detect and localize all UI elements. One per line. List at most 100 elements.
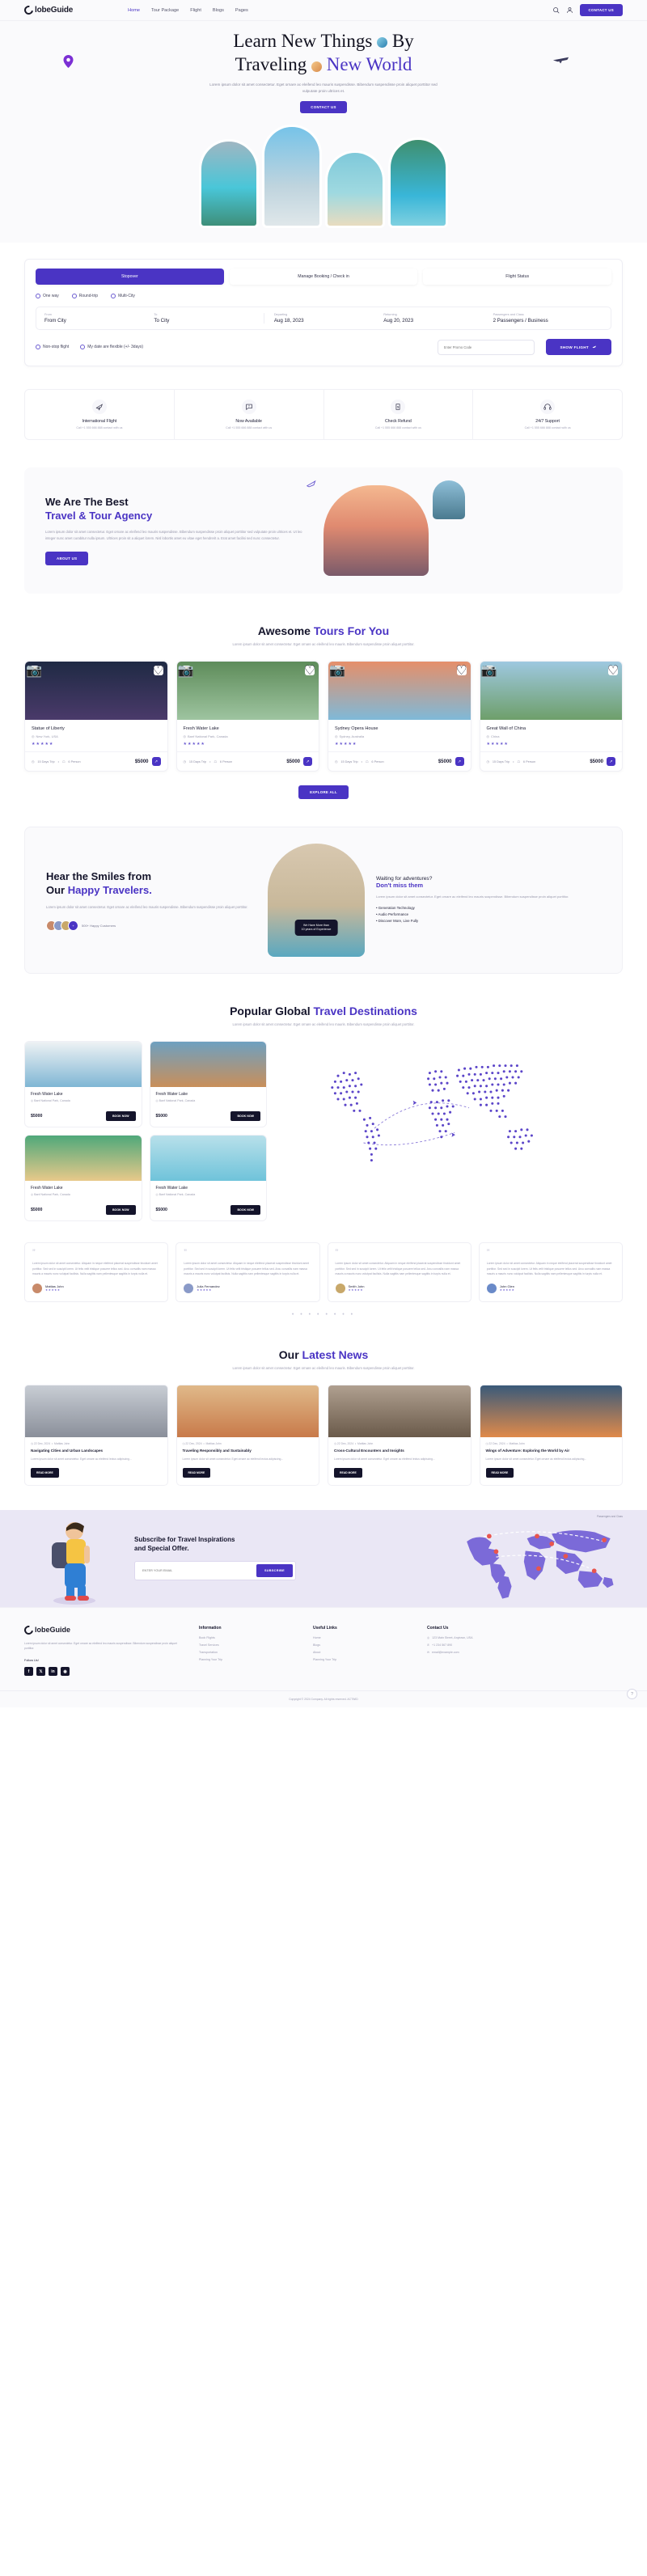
newsletter-email-input[interactable] (137, 1569, 256, 1573)
radio-one-way[interactable]: One way (36, 294, 59, 299)
non-stop-label: Non-stop flight (43, 345, 70, 350)
quote-icon: ” (486, 1248, 490, 1258)
destination-card[interactable]: Fresh Water Lake ◎ Banf National Park, C… (24, 1041, 142, 1128)
tour-card[interactable]: 📷 ♡ Great Wall of China ◎ China ★★★★★ ◷ 15 … (479, 661, 623, 772)
instagram-icon[interactable]: ◉ (61, 1667, 70, 1677)
nav-item-home[interactable]: Home (128, 8, 140, 13)
checkbox-flexible-dates[interactable]: My date are flexible (+/- 3days) (80, 345, 143, 350)
avatar-more[interactable]: + (68, 920, 78, 931)
field-passengers-class[interactable]: Passengers and Class 2 Passengers / Busi… (493, 313, 603, 324)
footer-link[interactable]: Blogs (313, 1643, 406, 1647)
user-icon[interactable] (566, 6, 573, 14)
radio-round-trip[interactable]: Round-trip (71, 294, 98, 299)
nav-item-flight[interactable]: Flight (190, 8, 201, 13)
tour-card[interactable]: 📷 ♡ Fresh Water Lake ◎ Banf National Park,… (175, 661, 319, 772)
customer-avatars: + (46, 920, 78, 931)
radio-dot-icon (71, 294, 77, 299)
smiles-image-trevi-fountain: We Have More than 10 years of Experience (268, 844, 365, 958)
reviews-pagination[interactable]: • • • • • • • • (0, 1312, 647, 1318)
feature-support[interactable]: 24/7 Support Call +1 555 666 888 contact… (473, 390, 622, 439)
brand-logo[interactable]: lobeGuide (22, 3, 73, 17)
destination-card[interactable]: Fresh Water Lake ◎ Banf National Park, C… (24, 1135, 142, 1222)
footer-phone[interactable]: ✆ +1 234 567 890 (427, 1643, 520, 1647)
heart-icon[interactable]: ♡ (152, 664, 163, 678)
footer-logo[interactable]: lobeGuide (22, 1623, 178, 1636)
tour-arrow-button[interactable]: ↗ (607, 757, 615, 767)
location-pin-icon: ◎ (32, 734, 35, 739)
nav-item-tour-package[interactable]: Tour Package (151, 8, 179, 13)
book-now-button[interactable]: BOOK NOW (105, 1111, 136, 1122)
footer-link[interactable]: Planning Your Trip (199, 1658, 292, 1661)
footer-brand-name: lobeGuide (35, 1626, 71, 1635)
subscribe-button[interactable]: SUBSCRIBE (256, 1564, 293, 1578)
footer-link[interactable]: Transportation (199, 1651, 292, 1654)
tour-card[interactable]: 📷 ♡ Sydney Opera House ◎ Sydney, Australia… (328, 661, 472, 772)
tour-arrow-button[interactable]: ↗ (455, 757, 464, 767)
news-card[interactable]: ◷ 22 Dec, 2024 • Mattias John Traveling … (175, 1384, 319, 1486)
tour-arrow-button[interactable]: ↗ (151, 757, 161, 767)
show-flight-button[interactable]: SHOW FLIGHT (545, 339, 611, 356)
read-more-button[interactable]: READ MORE (334, 1467, 362, 1478)
news-card[interactable]: ◷ 22 Dec, 2024 • Mattias John Navigating… (24, 1384, 168, 1486)
camera-icon[interactable]: 📷 (26, 664, 42, 678)
field-returning[interactable]: Returning Aug 20, 2023 (383, 313, 493, 324)
footer-link[interactable]: Travel Services (199, 1643, 292, 1647)
question-chat-icon: ? (241, 400, 256, 415)
news-card[interactable]: ◷ 22 Dec, 2024 • Mattias John Wings of A… (479, 1384, 623, 1486)
hero-subtitle: Lorem ipsum dolor sit amet consectetur. … (209, 82, 438, 94)
search-icon[interactable] (552, 6, 560, 14)
heart-icon[interactable]: ♡ (304, 664, 315, 678)
contact-us-button[interactable]: CONTACT US (579, 4, 623, 16)
copyright-text: Copyright © 2024 Company. All rights res… (0, 1690, 647, 1707)
destination-card[interactable]: Fresh Water Lake ◎ Banf National Park, C… (149, 1135, 267, 1222)
heart-icon[interactable]: ♡ (607, 664, 619, 678)
x-twitter-icon[interactable]: 𝕏 (36, 1667, 45, 1677)
tour-card[interactable]: 📷 ♡ Statue of Liberty ◎ New York, USA ★★★★… (24, 661, 168, 772)
news-excerpt: Lorem ipsum dolor sit amet consectetur. … (485, 1457, 587, 1461)
explore-all-button[interactable]: EXPLORE ALL (298, 785, 349, 800)
tab-stopover[interactable]: Stopover (36, 269, 224, 286)
feature-now-available[interactable]: ? Now Available Call +1 555 666 888 cont… (175, 390, 324, 440)
read-more-button[interactable]: READ MORE (182, 1467, 211, 1478)
radio-multi-city[interactable]: Multi-City (111, 294, 135, 299)
book-now-button[interactable]: BOOK NOW (230, 1111, 260, 1122)
camera-icon[interactable]: 📷 (329, 664, 345, 678)
news-card[interactable]: ◷ 22 Dec, 2024 • Mattias John Cross-Cult… (328, 1384, 472, 1486)
footer-link[interactable]: Home (313, 1636, 406, 1639)
checkbox-non-stop-flight[interactable]: Non-stop flight (36, 345, 70, 350)
promo-code-input[interactable] (437, 339, 535, 355)
news-heading-block: Our Latest News Lorem ipsum dolor sit am… (24, 1348, 623, 1372)
camera-icon[interactable]: 📷 (481, 664, 497, 678)
feature-check-refund[interactable]: $ Check Refund Call +1 555 666 888 conta… (324, 390, 474, 440)
book-now-button[interactable]: BOOK NOW (105, 1205, 136, 1216)
bullet-item: • Audio Performance (376, 912, 409, 917)
field-departing[interactable]: Departing Aug 18, 2023 (263, 313, 383, 324)
book-now-button[interactable]: BOOK NOW (230, 1205, 260, 1216)
read-more-button[interactable]: READ MORE (485, 1467, 514, 1478)
feature-international-flight[interactable]: International Flight Call +1 555 666 888… (25, 390, 175, 440)
footer-link[interactable]: Planning Your Trip (313, 1658, 406, 1661)
quote-icon: ” (184, 1248, 187, 1258)
tour-arrow-button[interactable]: ↗ (303, 757, 312, 767)
read-more-button[interactable]: READ MORE (31, 1467, 59, 1478)
footer-link[interactable]: About (313, 1651, 406, 1654)
destination-card[interactable]: Fresh Water Lake ◎ Banf National Park, C… (149, 1041, 267, 1128)
tab-manage-booking[interactable]: Manage Booking / Check in (229, 269, 418, 286)
heart-icon[interactable]: ♡ (455, 664, 467, 678)
about-us-button[interactable]: ABOUT US (45, 552, 89, 566)
field-from[interactable]: From From City (44, 313, 154, 324)
field-to[interactable]: To To City (154, 313, 263, 324)
camera-icon[interactable]: 📷 (178, 664, 194, 678)
nav-item-blogs[interactable]: Blogs (213, 8, 224, 13)
clock-icon: ◷ (335, 760, 338, 764)
footer-email[interactable]: ✉ email@example.com (427, 1651, 520, 1654)
nav-item-pages[interactable]: Pages (235, 8, 248, 13)
footer-link[interactable]: Book Flights (199, 1636, 292, 1639)
news-image (328, 1385, 471, 1437)
facebook-icon[interactable]: f (24, 1667, 33, 1677)
destination-title: Fresh Water Lake (155, 1186, 188, 1191)
tour-cards: 📷 ♡ Statue of Liberty ◎ New York, USA ★★★★… (24, 661, 623, 772)
linkedin-icon[interactable]: in (49, 1667, 57, 1677)
tab-flight-status[interactable]: Flight Status (423, 269, 612, 286)
hero-contact-button[interactable]: CONTACT US (300, 101, 347, 114)
